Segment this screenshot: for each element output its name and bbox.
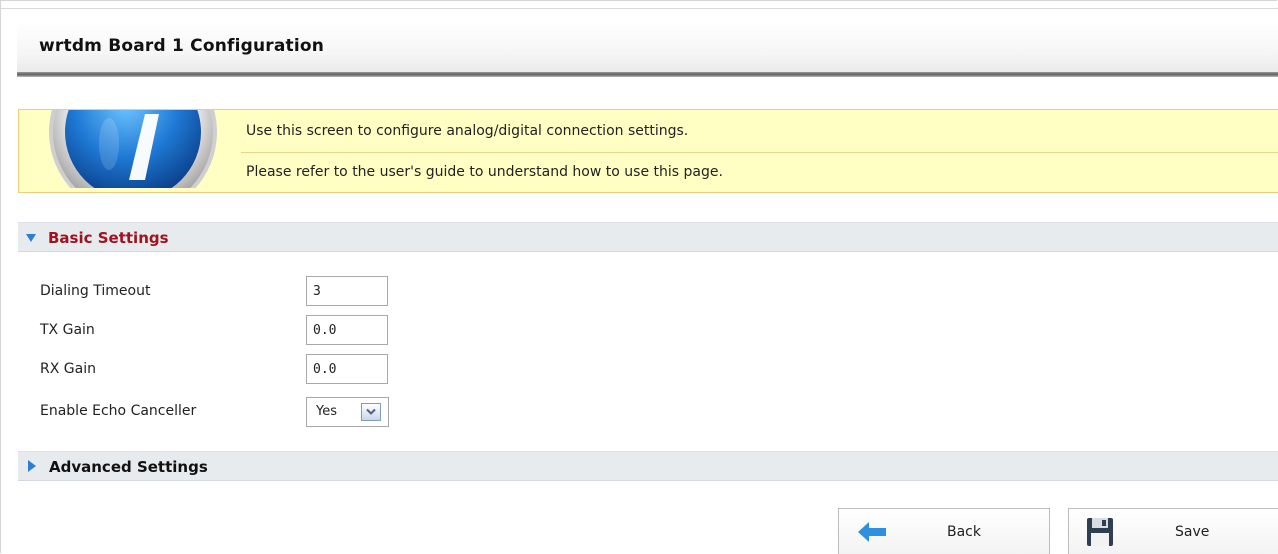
info-message-secondary: Please refer to the user's guide to unde… — [246, 164, 723, 180]
info-icon — [49, 110, 219, 188]
back-button[interactable]: Back — [838, 508, 1050, 554]
arrow-left-icon — [858, 522, 886, 542]
basic-settings-header[interactable]: Basic Settings — [18, 222, 1278, 252]
chevron-down-icon — [366, 408, 376, 415]
top-divider — [0, 8, 1278, 9]
tx-gain-label: TX Gain — [40, 322, 95, 338]
info-message-primary: Use this screen to configure analog/digi… — [246, 123, 689, 139]
advanced-settings-title: Advanced Settings — [49, 458, 208, 476]
save-button[interactable]: Save — [1068, 508, 1278, 554]
page-title: wrtdm Board 1 Configuration — [39, 36, 325, 56]
dropdown-button[interactable] — [361, 403, 381, 421]
page-header: wrtdm Board 1 Configuration — [17, 22, 1278, 74]
expand-arrow-icon — [28, 460, 36, 472]
rx-gain-input[interactable] — [306, 354, 388, 384]
rx-gain-label: RX Gain — [40, 361, 96, 377]
echo-canceller-select[interactable]: Yes — [306, 397, 389, 427]
info-divider — [241, 152, 1278, 153]
info-banner: Use this screen to configure analog/digi… — [18, 109, 1278, 193]
advanced-settings-header[interactable]: Advanced Settings — [18, 451, 1278, 481]
header-divider — [17, 72, 1278, 77]
tx-gain-input[interactable] — [306, 315, 388, 345]
echo-canceller-value: Yes — [316, 404, 337, 419]
dialing-timeout-label: Dialing Timeout — [40, 283, 151, 299]
floppy-disk-icon — [1087, 518, 1113, 546]
basic-settings-title: Basic Settings — [48, 229, 169, 247]
echo-canceller-label: Enable Echo Canceller — [40, 403, 197, 419]
collapse-arrow-icon — [26, 234, 36, 242]
dialing-timeout-input[interactable] — [306, 276, 388, 306]
save-button-label: Save — [1175, 524, 1210, 540]
back-button-label: Back — [947, 524, 981, 540]
